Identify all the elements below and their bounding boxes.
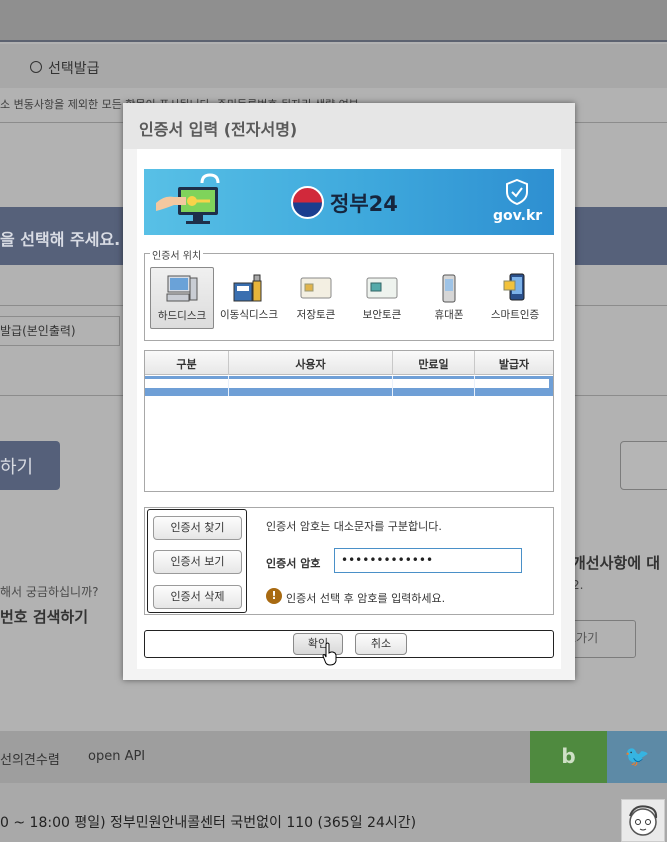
location-label: 스마트인증 xyxy=(490,309,540,321)
help-question: 해서 궁금하십니까? xyxy=(0,585,99,599)
redacted-cell xyxy=(229,379,392,388)
certificate-dialog: 인증서 입력 (전자서명) 정부24 gov.kr 인증서 위치 하드디스크 이… xyxy=(123,103,575,680)
shield-check-icon xyxy=(506,179,528,205)
location-label: 하드디스크 xyxy=(157,310,207,322)
apply-button[interactable]: 하기 xyxy=(0,441,60,490)
improvement-heading: 개선사항에 대 xyxy=(572,554,661,572)
location-label: 이동식디스크 xyxy=(220,309,278,321)
cancel-button[interactable]: 취소 xyxy=(355,633,407,655)
redacted-cell xyxy=(475,379,549,388)
location-hard-disk[interactable]: 하드디스크 xyxy=(150,267,214,329)
mobile-phone-icon xyxy=(442,274,456,303)
column-type[interactable]: 구분 xyxy=(145,356,228,372)
security-token-icon xyxy=(366,277,398,299)
location-group-title: 인증서 위치 xyxy=(150,247,204,262)
radio-row: 선택발급 xyxy=(0,44,667,88)
redacted-cell xyxy=(393,379,474,388)
case-sensitive-notice: 인증서 암호는 대소문자를 구분합니다. xyxy=(266,520,442,533)
twitter-icon[interactable]: 🐦 xyxy=(607,731,667,783)
taegeuk-logo-icon xyxy=(291,186,324,219)
location-removable-disk[interactable]: 이동식디스크 xyxy=(217,267,281,329)
removable-disk-icon xyxy=(233,274,262,302)
password-label: 인증서 암호 xyxy=(266,557,321,570)
dialog-title: 인증서 입력 (전자서명) xyxy=(139,120,298,139)
password-section: 인증서 찾기 인증서 보기 인증서 삭제 인증서 암호는 대소문자를 구분합니다… xyxy=(144,507,554,615)
key-computer-icon xyxy=(156,173,220,224)
password-input[interactable]: ••••••••••••• xyxy=(334,548,522,573)
certificate-location-group: 인증서 위치 하드디스크 이동식디스크 저장토큰 보안토큰 휴대폰 스마트인증 xyxy=(144,247,554,341)
hard-disk-icon xyxy=(166,275,198,302)
selective-issue-label: 선택발급 xyxy=(48,61,100,77)
search-number-link[interactable]: 번호 검색하기 xyxy=(0,606,88,627)
find-certificate-button[interactable]: 인증서 찾기 xyxy=(153,516,242,540)
call-center-info: 0 ~ 18:00 평일) 정부민원안내콜센터 국번없이 110 (365일 2… xyxy=(0,815,417,831)
column-issuer[interactable]: 발급자 xyxy=(475,356,553,372)
certificate-action-group: 인증서 찾기 인증서 보기 인증서 삭제 xyxy=(147,509,247,613)
location-label: 휴대폰 xyxy=(434,309,464,321)
location-security-token[interactable]: 보안토큰 xyxy=(350,267,414,329)
column-user[interactable]: 사용자 xyxy=(229,356,392,372)
issue-type-value: 발급(본인출력) xyxy=(0,324,76,338)
gov-domain: gov.kr xyxy=(493,208,543,224)
storage-token-icon xyxy=(300,277,332,299)
avatar xyxy=(621,799,665,842)
table-row[interactable] xyxy=(145,376,553,396)
smart-auth-icon xyxy=(503,273,525,301)
location-mobile-phone[interactable]: 휴대폰 xyxy=(417,267,481,329)
page-top-bar xyxy=(0,0,667,42)
certificate-table[interactable]: 구분 사용자 만료일 발급자 xyxy=(144,350,554,492)
footer-link-openapi[interactable]: open API xyxy=(88,749,145,764)
dialog-body: 정부24 gov.kr 인증서 위치 하드디스크 이동식디스크 저장토큰 보안토… xyxy=(137,149,561,669)
column-expiry[interactable]: 만료일 xyxy=(393,356,474,372)
footer-link-opinion[interactable]: 선의견수렴 xyxy=(0,749,60,768)
warning-icon: ! xyxy=(266,588,282,604)
location-label: 저장토큰 xyxy=(296,309,336,321)
blog-icon[interactable]: b xyxy=(530,731,607,783)
gov24-banner: 정부24 gov.kr xyxy=(144,169,554,235)
location-storage-token[interactable]: 저장토큰 xyxy=(284,267,348,329)
view-certificate-button[interactable]: 인증서 보기 xyxy=(153,550,242,574)
dialog-actions: 확인 취소 xyxy=(144,630,554,658)
hand-cursor-icon xyxy=(322,642,337,666)
dialog-titlebar[interactable]: 인증서 입력 (전자서명) xyxy=(123,103,575,149)
instruction-text: 을 선택해 주세요. xyxy=(0,230,121,249)
delete-certificate-button[interactable]: 인증서 삭제 xyxy=(153,585,242,609)
warning-message: 인증서 선택 후 암호를 입력하세요. xyxy=(286,592,446,605)
location-smart-auth[interactable]: 스마트인증 xyxy=(483,267,547,329)
table-header: 구분 사용자 만료일 발급자 xyxy=(145,351,553,375)
secondary-button[interactable] xyxy=(620,441,667,490)
gov24-logo-text: 정부24 xyxy=(330,192,398,216)
redacted-cell xyxy=(145,379,228,388)
selective-issue-radio[interactable] xyxy=(30,61,42,73)
location-label: 보안토큰 xyxy=(362,309,402,321)
